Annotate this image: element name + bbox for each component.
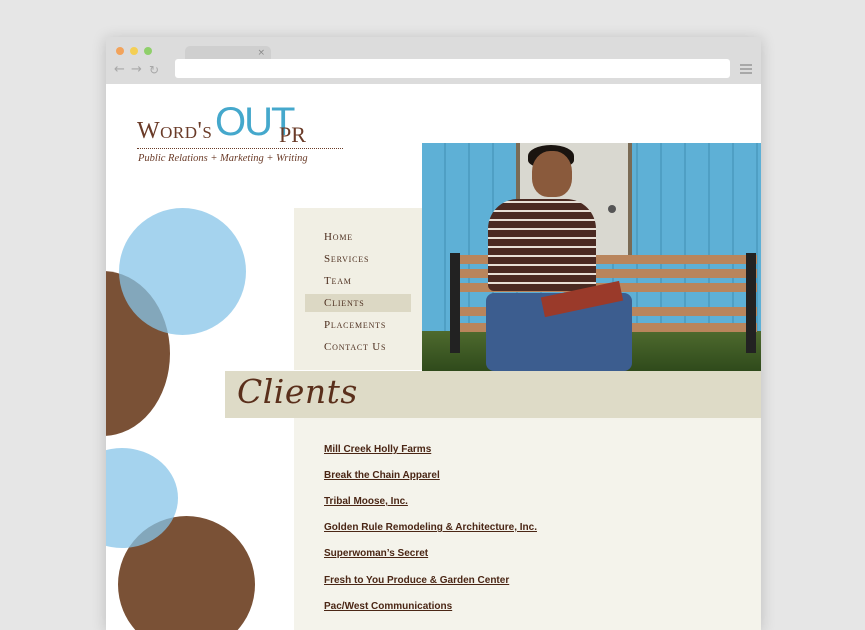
page-title-bar: Clients (225, 371, 761, 418)
maximize-window-button[interactable] (144, 47, 152, 55)
nav-item-placements[interactable]: Placements (305, 316, 411, 334)
logo-words: Word's (137, 118, 213, 144)
minimize-window-button[interactable] (130, 47, 138, 55)
back-arrow-icon[interactable]: ← (114, 63, 125, 77)
hamburger-menu-icon[interactable] (740, 64, 752, 74)
client-link[interactable]: Fresh to You Produce & Garden Center (324, 575, 509, 586)
browser-toolbar: × ← → ↻ (106, 37, 761, 84)
logo-tagline: Public Relations + Marketing + Writing (138, 153, 308, 164)
logo-divider (137, 148, 343, 149)
hero-photo (422, 143, 761, 371)
reload-icon[interactable]: ↻ (149, 63, 159, 77)
browser-tab[interactable]: × (185, 46, 271, 60)
nav-item-clients[interactable]: Clients (305, 294, 411, 312)
close-window-button[interactable] (116, 47, 124, 55)
nav-item-home[interactable]: Home (305, 228, 411, 246)
browser-window: × ← → ↻ Word's OUT PR Public Relations +… (106, 37, 761, 630)
client-link[interactable]: Break the Chain Apparel (324, 470, 440, 481)
site-logo[interactable]: Word's OUT PR Public Relations + Marketi… (137, 100, 347, 170)
client-link[interactable]: Tribal Moose, Inc. (324, 496, 408, 507)
logo-wordmark: Word's OUT PR (137, 100, 306, 147)
page-title: Clients (237, 372, 358, 411)
client-link[interactable]: Golden Rule Remodeling & Architecture, I… (324, 522, 537, 533)
tab-close-icon[interactable]: × (257, 46, 265, 60)
client-link[interactable]: Mill Creek Holly Farms (324, 444, 431, 455)
forward-arrow-icon[interactable]: → (131, 63, 142, 77)
nav-item-team[interactable]: Team (305, 272, 411, 290)
nav-item-contact-us[interactable]: Contact Us (305, 338, 411, 356)
logo-pr: PR (279, 122, 306, 147)
main-navigation: Home Services Team Clients Placements Co… (294, 208, 422, 370)
client-link[interactable]: Pac/West Communications (324, 601, 452, 612)
clients-list: Mill Creek Holly Farms Break the Chain A… (294, 418, 761, 630)
blue-circle-decoration (119, 208, 246, 335)
nav-item-services[interactable]: Services (305, 250, 411, 268)
address-bar[interactable] (175, 59, 730, 78)
client-link[interactable]: Superwoman’s Secret (324, 548, 428, 559)
web-page: Word's OUT PR Public Relations + Marketi… (106, 84, 761, 630)
